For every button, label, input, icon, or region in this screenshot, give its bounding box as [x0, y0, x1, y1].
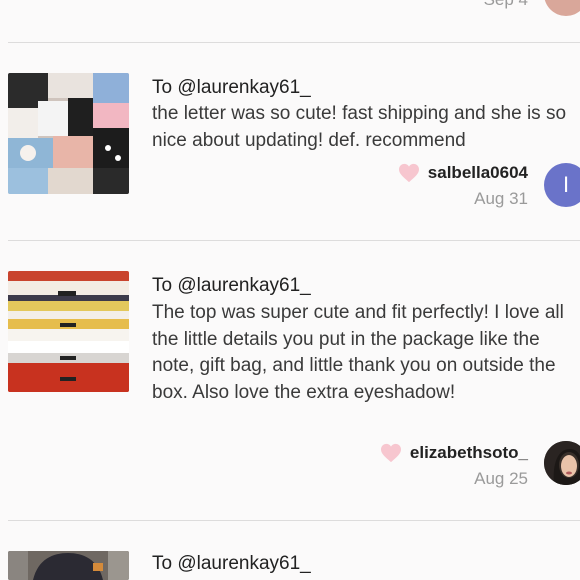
review-text: The top was super cute and fit perfectly…	[152, 302, 564, 403]
reviewer-username[interactable]: salbella0604	[428, 163, 528, 183]
divider	[8, 240, 580, 241]
divider	[8, 520, 580, 521]
avatar[interactable]	[544, 0, 580, 16]
review-date: Aug 25	[474, 469, 528, 488]
clothes-photo	[8, 73, 129, 194]
clothes-photo	[8, 271, 129, 392]
listing-thumbnail[interactable]	[8, 271, 129, 392]
review-meta: elizabethsoto_ Aug 25	[380, 443, 528, 489]
reviewer-username[interactable]: elizabethsoto_	[410, 443, 528, 463]
listing-thumbnail[interactable]	[8, 73, 129, 194]
review-meta: salbella0604 Aug 31	[398, 163, 528, 209]
avatar[interactable]: I	[544, 163, 580, 207]
previous-review-fragment: Sep 4	[0, 0, 580, 44]
review-text: the letter was so cute! fast shipping an…	[152, 103, 567, 151]
divider	[8, 42, 580, 43]
listing-thumbnail[interactable]	[8, 551, 129, 580]
review-date: Sep 4	[484, 0, 528, 10]
heart-icon[interactable]	[380, 443, 402, 463]
review-recipient[interactable]: To @laurenkay61_	[152, 275, 311, 297]
avatar[interactable]	[544, 441, 580, 485]
heart-icon[interactable]	[398, 163, 420, 183]
review-recipient[interactable]: To @laurenkay61_	[152, 77, 311, 99]
avatar-photo	[544, 441, 580, 485]
clothes-photo	[8, 551, 129, 580]
review-recipient[interactable]: To @laurenkay61_	[152, 553, 311, 575]
review-date: Aug 31	[474, 189, 528, 208]
